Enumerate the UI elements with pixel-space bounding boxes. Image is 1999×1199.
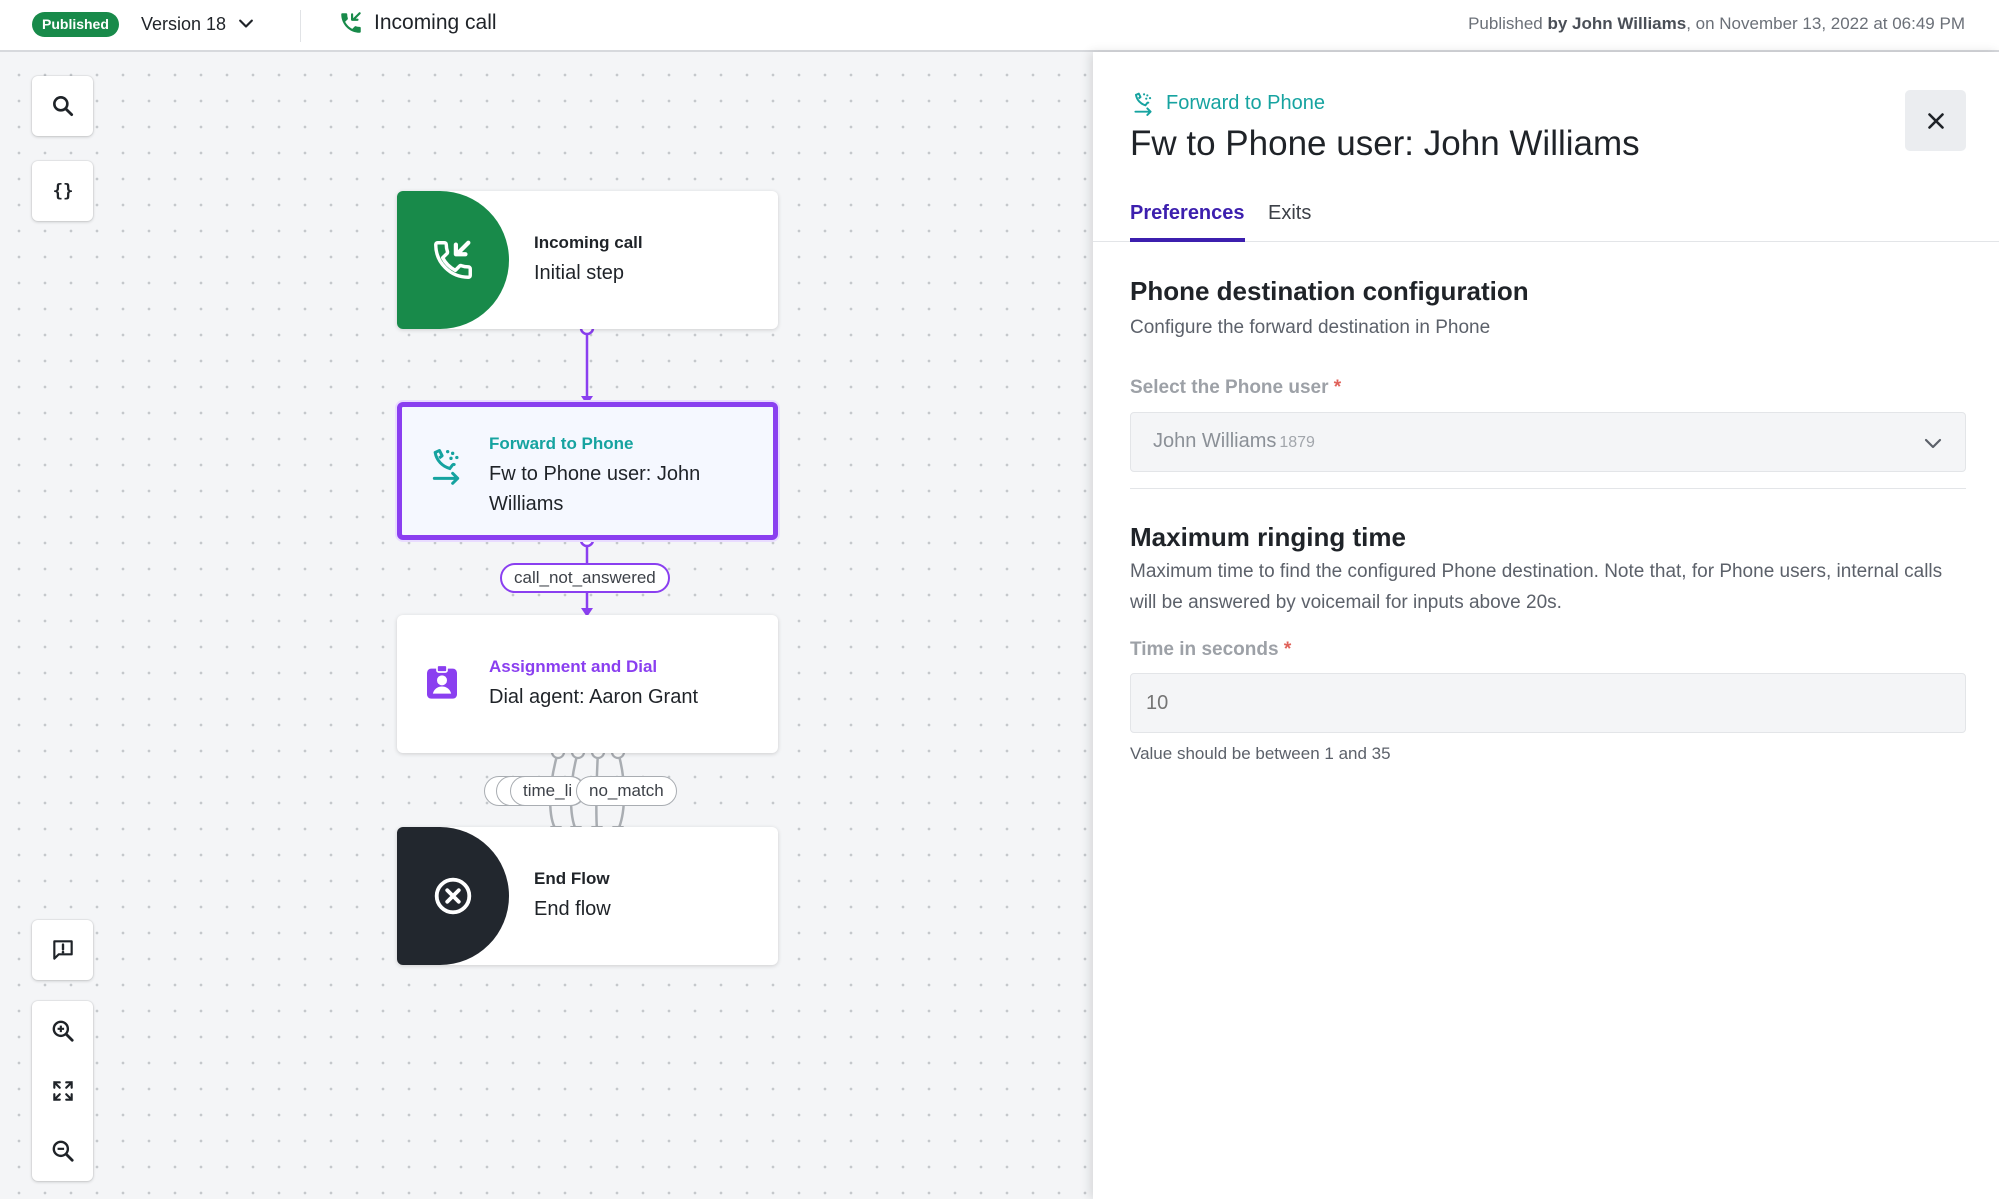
phone-user-select[interactable]: John Williams 1879: [1130, 412, 1966, 472]
section-subtitle-phone-destination: Configure the forward destination in Pho…: [1130, 317, 1491, 338]
node-type: Incoming call: [534, 232, 643, 252]
section-title-max-ringing: Maximum ringing time: [1130, 522, 1406, 552]
forward-phone-icon: [432, 449, 460, 485]
published-author: by John Williams: [1547, 14, 1687, 33]
field-label-phone-user: Select the Phone user *: [1130, 377, 1342, 398]
tab-preferences[interactable]: Preferences: [1130, 192, 1245, 242]
edge-label-no-match[interactable]: no_match: [576, 776, 677, 806]
node-type: End Flow: [534, 868, 610, 888]
flow-node-incoming-call[interactable]: Incoming call Initial step: [397, 191, 778, 329]
node-icon-badge: [397, 827, 509, 965]
time-seconds-input[interactable]: [1130, 673, 1966, 733]
panel-title: Fw to Phone user: John Williams: [1130, 124, 1640, 163]
flow-node-end-flow[interactable]: End Flow End flow: [397, 827, 778, 965]
flow-node-forward-to-phone[interactable]: Forward to Phone Fw to Phone user: John …: [397, 402, 778, 540]
required-mark: *: [1283, 639, 1292, 660]
chevron-down-icon: [239, 19, 253, 28]
flow-name: Incoming call: [338, 10, 497, 36]
node-label: Initial step: [534, 261, 625, 284]
flow-canvas[interactable]: {} Incoming call Initial step Forward to…: [0, 52, 1093, 1199]
section-subtitle-max-ringing: Maximum time to find the configured Phon…: [1130, 561, 1943, 613]
node-icon-badge: [397, 191, 509, 329]
status-badge: Published: [32, 12, 119, 37]
incoming-call-icon: [341, 12, 361, 33]
node-label: Fw to Phone user: John Williams: [489, 462, 701, 515]
node-type: Assignment and Dial: [489, 656, 658, 676]
time-seconds-hint: Value should be between 1 and 35: [1130, 744, 1391, 763]
edge-label-time-limit[interactable]: time_li: [510, 776, 585, 806]
panel-node-type: Forward to Phone: [1130, 90, 1325, 116]
forward-phone-icon: [1134, 92, 1152, 116]
edge-label-call-not-answered[interactable]: call_not_answered: [500, 563, 670, 593]
published-info: Published by John Williams, on November …: [1468, 14, 1965, 34]
selected-user: John Williams: [1153, 430, 1277, 452]
panel-tabs: Preferences Exits: [1093, 192, 1999, 242]
panel-node-type-label: Forward to Phone: [1166, 91, 1325, 114]
top-bar: Published Version 18 Incoming call Publi…: [0, 0, 1999, 52]
selected-user-extension: 1879: [1279, 434, 1315, 451]
close-icon: [1927, 112, 1944, 129]
node-settings-panel: Forward to Phone Fw to Phone user: John …: [1093, 52, 1999, 1199]
published-prefix: Published: [1468, 14, 1548, 33]
close-button[interactable]: [1905, 90, 1966, 151]
version-label: Version 18: [141, 14, 227, 34]
end-flow-icon: [434, 877, 472, 915]
required-mark: *: [1333, 377, 1342, 398]
agent-badge-icon: [427, 664, 457, 699]
node-label: End flow: [534, 897, 611, 920]
section-divider: [1130, 488, 1966, 489]
incoming-call-icon: [434, 240, 472, 279]
node-type: Forward to Phone: [489, 433, 634, 453]
divider: [300, 10, 301, 42]
section-title-phone-destination: Phone destination configuration: [1130, 276, 1529, 306]
version-selector[interactable]: Version 18: [141, 11, 256, 37]
field-label-time-seconds: Time in seconds *: [1130, 639, 1292, 660]
flow-name-label: Incoming call: [374, 11, 497, 34]
flow-node-assignment-and-dial[interactable]: Assignment and Dial Dial agent: Aaron Gr…: [397, 615, 778, 753]
tab-exits[interactable]: Exits: [1268, 192, 1311, 242]
node-label: Dial agent: Aaron Grant: [489, 685, 699, 708]
published-date: , on November 13, 2022 at 06:49 PM: [1686, 14, 1965, 33]
chevron-down-icon: [1924, 438, 1942, 449]
